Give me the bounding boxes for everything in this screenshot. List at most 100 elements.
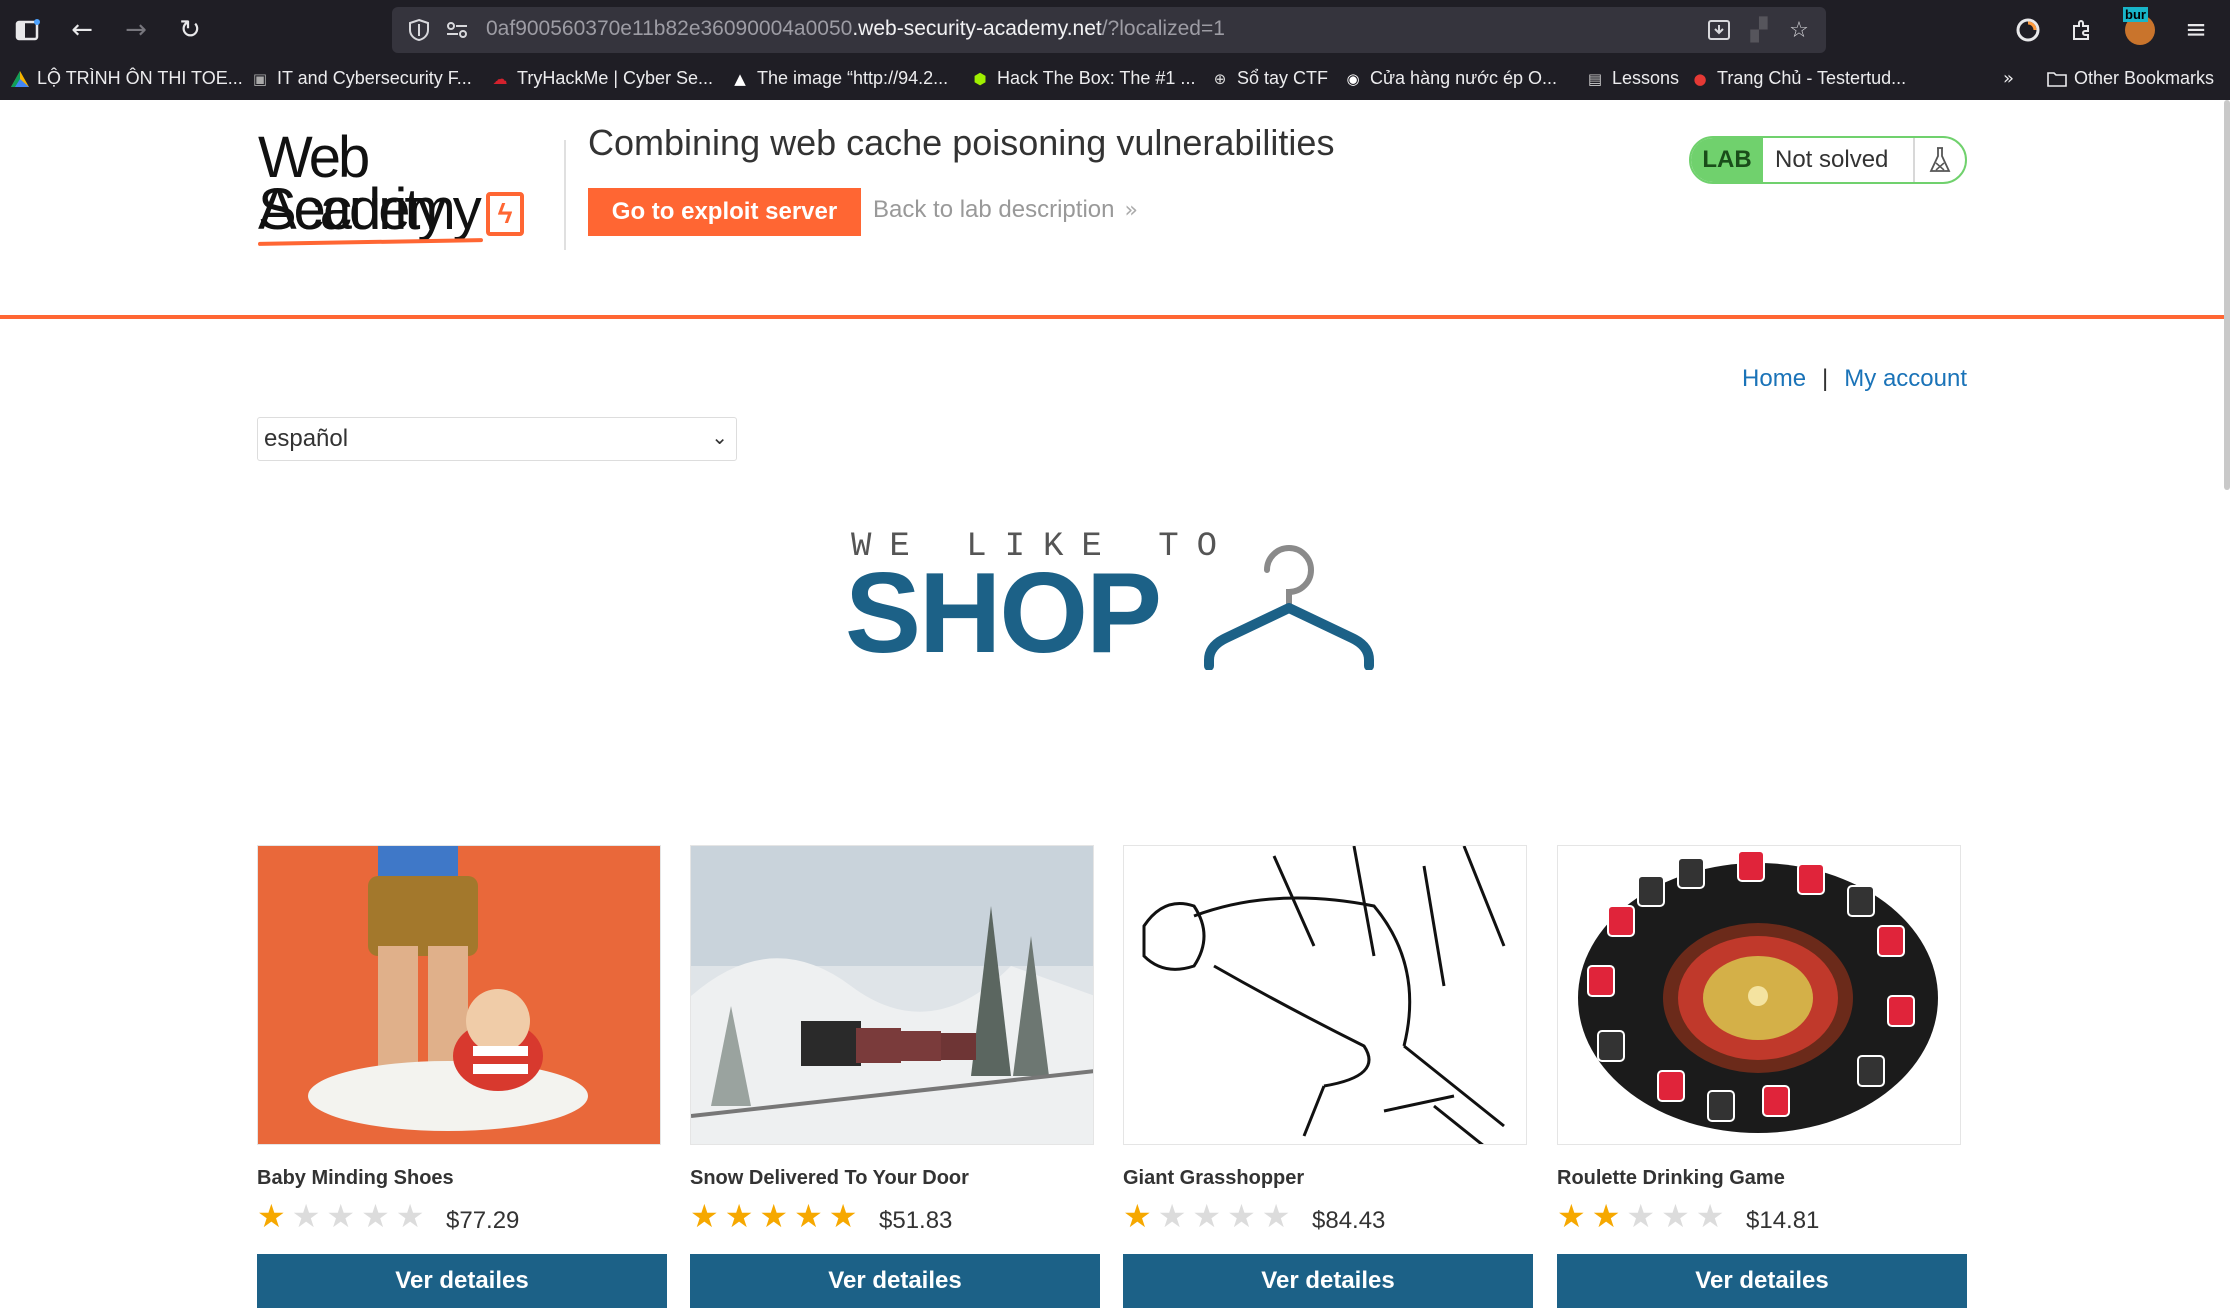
product-name: Snow Delivered To Your Door (690, 1167, 969, 1189)
star-empty-icon: ★ (1227, 1197, 1256, 1235)
forward-icon[interactable]: → (116, 10, 156, 50)
star-empty-icon: ★ (1661, 1197, 1690, 1235)
product-image-roulette[interactable] (1557, 845, 1961, 1145)
extensions-icon[interactable] (2062, 10, 2102, 50)
product-price: $51.83 (879, 1207, 953, 1234)
star-filled-icon: ★ (690, 1197, 719, 1235)
star-empty-icon: ★ (326, 1197, 356, 1235)
header-divider (564, 140, 566, 250)
back-icon[interactable]: ← (62, 10, 102, 50)
browser-toolbar: ← → ↻ 0af900560370e11b82e36090004a0050.w… (0, 0, 2230, 60)
product-image-grasshopper[interactable] (1123, 845, 1527, 1145)
bookmark-star-icon[interactable]: ☆ (1782, 13, 1816, 47)
star-empty-icon: ★ (395, 1197, 425, 1235)
address-bar[interactable]: 0af900560370e11b82e36090004a0050.web-sec… (392, 7, 1826, 53)
product-image-snow-train[interactable] (690, 845, 1094, 1145)
star-filled-icon: ★ (828, 1197, 858, 1235)
bookmarks-bar: LỘ TRÌNH ÔN THI TOE... ▣ IT and Cybersecu… (0, 60, 2230, 100)
doc-icon: ▤ (1587, 69, 1603, 88)
bookmark-item[interactable]: ⊕ Sổ tay CTF (1210, 68, 1328, 89)
product-name: Baby Minding Shoes (257, 1167, 454, 1189)
mountain-icon: ▲ (734, 69, 746, 88)
other-bookmarks[interactable]: Other Bookmarks (2047, 68, 2214, 89)
web-security-academy-logo[interactable]: Web Security Academy ϟ (257, 129, 558, 246)
exploit-server-button[interactable]: Go to exploit server (588, 188, 861, 236)
bookmarks-overflow-icon[interactable]: » (2003, 68, 2014, 89)
cube-icon: ⬢ (973, 69, 987, 88)
chevron-down-icon: ⌄ (711, 425, 728, 449)
star-filled-icon: ★ (1123, 1197, 1152, 1235)
lab-status: Not solved (1763, 138, 1915, 182)
my-account-link[interactable]: My account (1844, 365, 1967, 393)
star-filled-icon: ★ (257, 1197, 286, 1235)
bookmark-item[interactable]: ● Trang Chủ - Testertud... (1690, 68, 1906, 89)
product-name: Giant Grasshopper (1123, 1167, 1305, 1189)
product-price: $77.29 (446, 1207, 520, 1234)
banner-title: SHOP (845, 550, 1162, 677)
view-details-button[interactable]: Ver detailes (1557, 1254, 1967, 1308)
rating-stars: ★ ★ ★ ★ ★ (690, 1199, 857, 1233)
account-sync-icon[interactable] (2008, 10, 2048, 50)
tab-overview-icon[interactable] (8, 10, 48, 50)
home-link[interactable]: Home (1742, 365, 1806, 393)
shield-icon[interactable] (402, 13, 436, 47)
leaf-icon: ◉ (1346, 69, 1360, 88)
browser-chrome: ← → ↻ 0af900560370e11b82e36090004a0050.w… (0, 0, 2230, 100)
view-details-button[interactable]: Ver detailes (1123, 1254, 1533, 1308)
product-grid: Baby Minding Shoes ★ ★ ★ ★ ★ $77.29 Ver deta… (257, 845, 1967, 1315)
star-filled-icon: ★ (759, 1197, 789, 1235)
product-price: $84.43 (1312, 1207, 1386, 1234)
bookmark-item[interactable]: ◉ Cửa hàng nước ép O... (1343, 68, 1557, 89)
bookmark-item[interactable]: LỘ TRÌNH ÔN THI TOE... (10, 68, 243, 89)
bookmark-item[interactable]: ⬢ Hack The Box: The #1 ... (970, 68, 1195, 89)
bookmark-item[interactable]: ▤ Lessons (1585, 68, 1679, 89)
header-rule (0, 315, 2230, 319)
star-empty-icon: ★ (1626, 1197, 1656, 1235)
top-nav: Home | My account (1742, 365, 1967, 393)
star-empty-icon: ★ (1695, 1197, 1725, 1235)
rating-stars: ★ ★ ★ ★ ★ (1557, 1199, 1724, 1233)
lab-label: LAB (1691, 138, 1763, 182)
translate-icon[interactable]: ▞ (1742, 13, 1776, 47)
rating-stars: ★ ★ ★ ★ ★ (1123, 1199, 1290, 1233)
view-details-button[interactable]: Ver detailes (690, 1254, 1100, 1308)
star-empty-icon: ★ (1157, 1197, 1187, 1235)
burp-extension-icon[interactable]: bur (2120, 7, 2160, 50)
bookmark-item[interactable]: ▣ IT and Cybersecurity F... (250, 68, 472, 89)
star-filled-icon: ★ (1557, 1197, 1586, 1235)
logo-line2: Academy (258, 177, 482, 242)
cloud-icon: ☁ (492, 69, 508, 88)
download-page-icon[interactable] (1702, 13, 1736, 47)
star-empty-icon: ★ (361, 1197, 390, 1235)
triangle-icon (10, 69, 30, 89)
folder-icon (2047, 69, 2067, 89)
laptop-icon: ▣ (252, 69, 268, 88)
product-card: Giant Grasshopper ★ ★ ★ ★ ★ $84.43 Ver detai… (1123, 845, 1533, 1315)
star-empty-icon: ★ (1261, 1197, 1291, 1235)
view-details-button[interactable]: Ver detailes (257, 1254, 667, 1308)
star-filled-icon: ★ (1591, 1197, 1621, 1235)
product-price: $14.81 (1746, 1207, 1820, 1234)
globe-icon: ⊕ (1213, 69, 1227, 88)
url-text[interactable]: 0af900560370e11b82e36090004a0050.web-sec… (486, 17, 1225, 41)
product-card: Roulette Drinking Game ★ ★ ★ ★ ★ $14.81 Ver … (1557, 845, 1967, 1315)
bookmark-item[interactable]: ☁ TryHackMe | Cyber Se... (490, 68, 714, 89)
double-chevron-icon: » (1124, 198, 1138, 223)
bookmark-item[interactable]: ▲ The image “http://94.2... (730, 68, 948, 89)
rating-stars: ★ ★ ★ ★ ★ (257, 1199, 424, 1233)
site-settings-icon[interactable] (440, 13, 474, 47)
lab-status-badge: LAB Not solved (1689, 136, 1967, 184)
product-image-baby-shoes[interactable] (257, 845, 661, 1145)
reload-icon[interactable]: ↻ (170, 10, 210, 50)
menu-icon[interactable]: ≡ (2176, 10, 2216, 50)
language-selected: español (264, 425, 349, 452)
page-scrollbar[interactable] (2224, 100, 2230, 490)
flask-icon (1915, 138, 1965, 182)
language-select[interactable]: español ⌄ (257, 417, 737, 461)
lightning-icon: ϟ (486, 192, 524, 236)
back-to-description-link[interactable]: Back to lab description» (873, 196, 1138, 224)
page-content: Web Security Academy ϟ Combining web cac… (0, 100, 2230, 1308)
lab-title: Combining web cache poisoning vulnerabil… (588, 122, 1335, 163)
star-filled-icon: ★ (724, 1197, 754, 1235)
product-name: Roulette Drinking Game (1557, 1167, 1785, 1189)
